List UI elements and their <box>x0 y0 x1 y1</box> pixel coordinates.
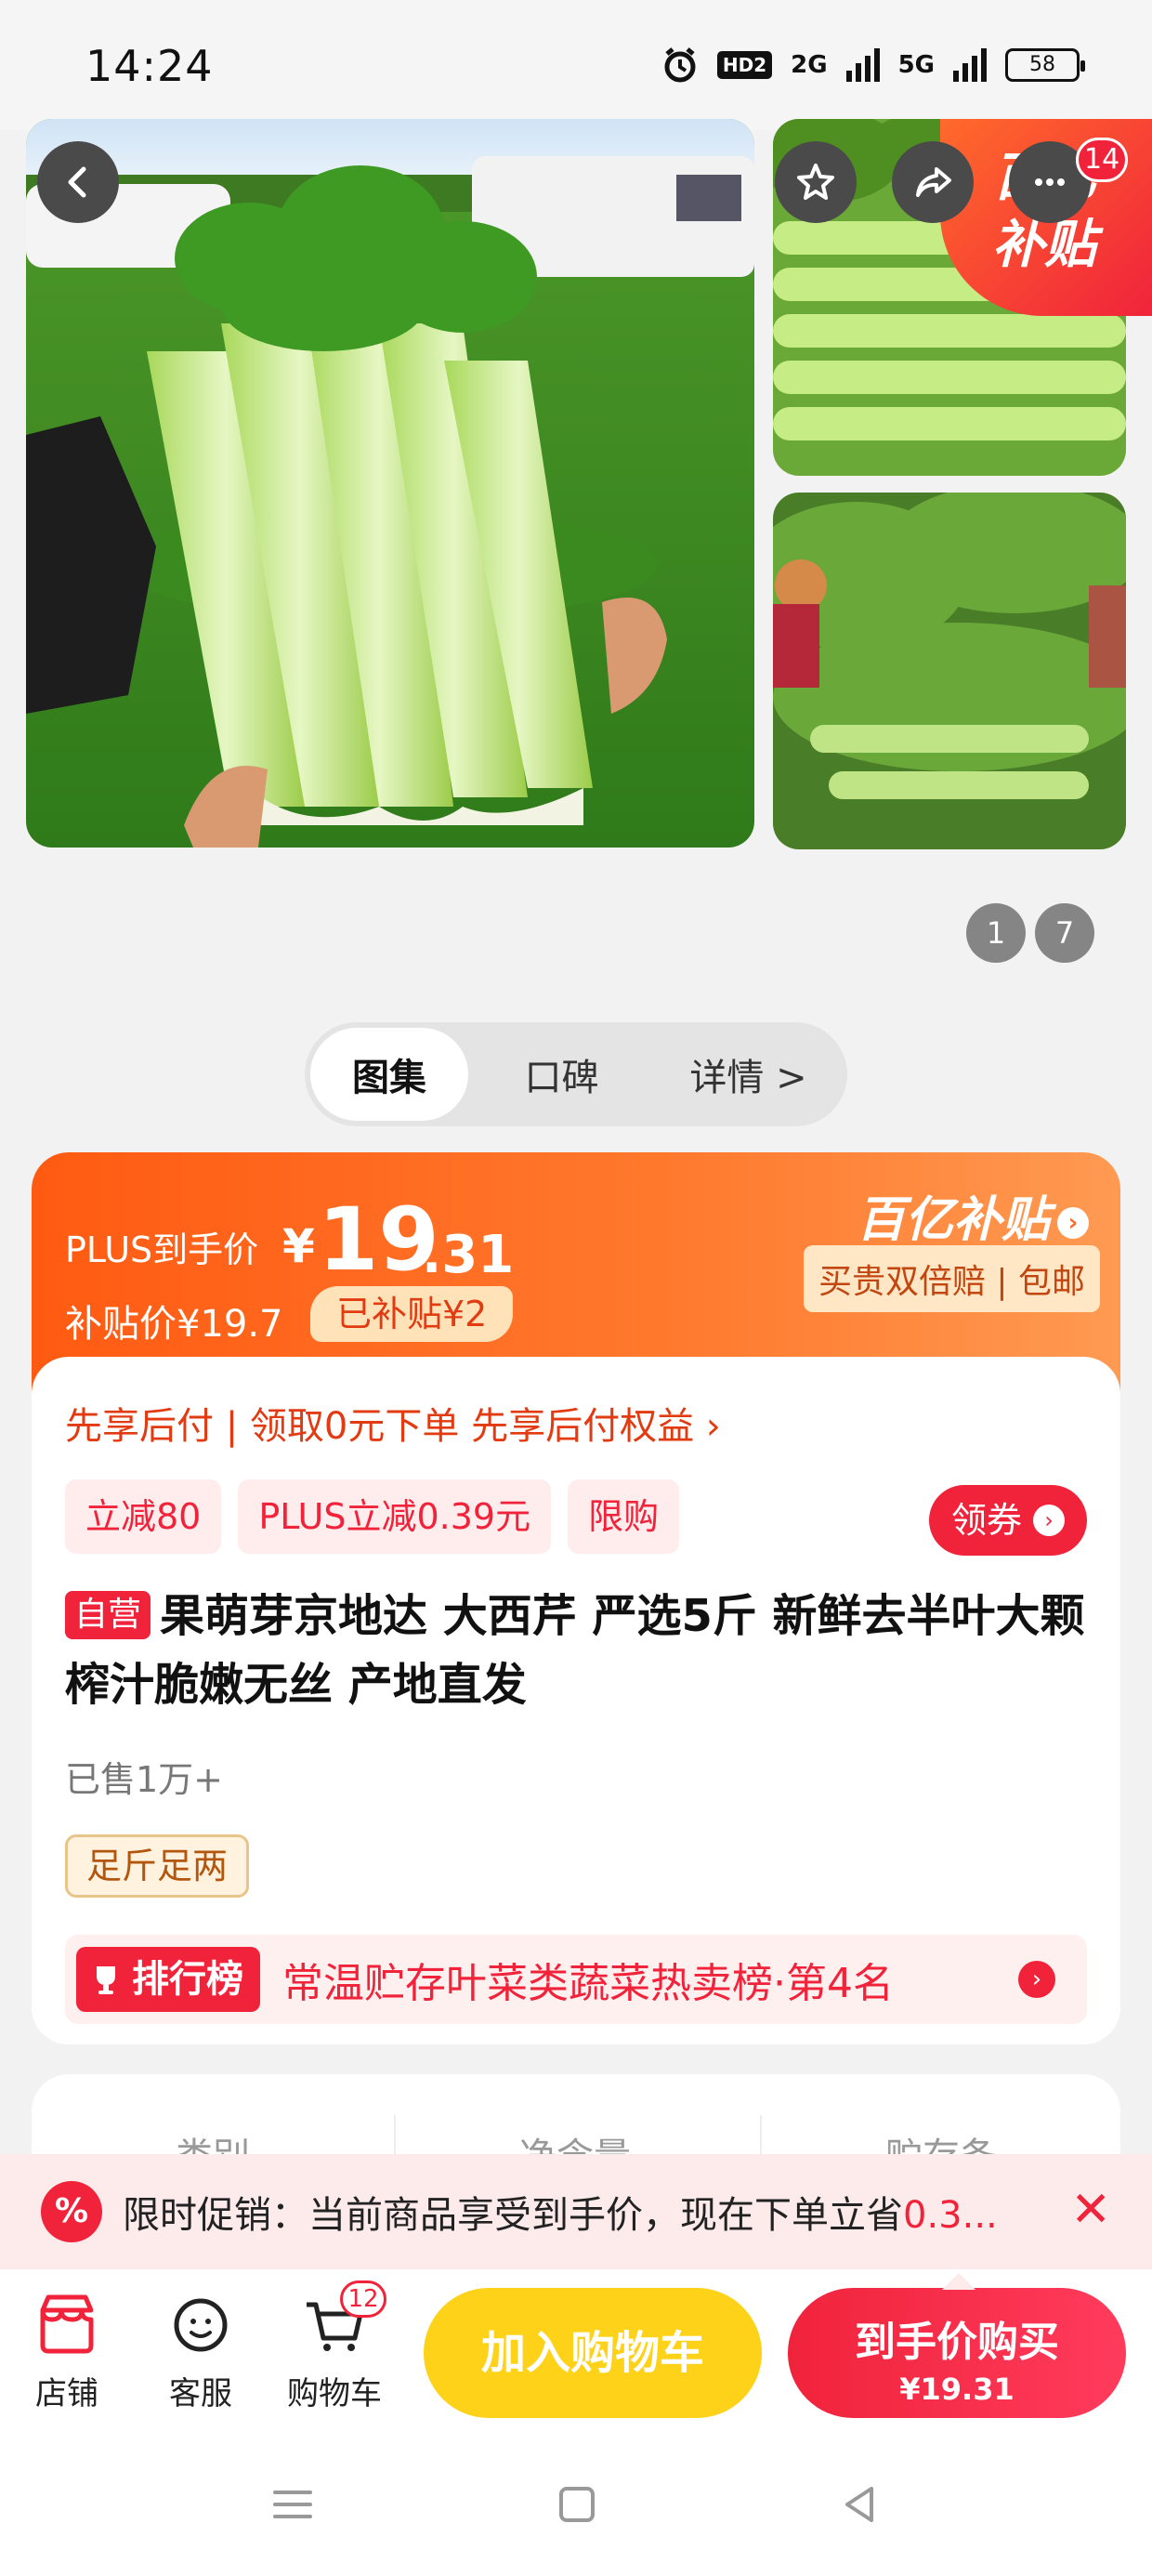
product-image-thumb-2[interactable] <box>773 493 1126 849</box>
get-coupon-button[interactable]: 领券 › <box>928 1485 1087 1556</box>
image-counter-total: 7 <box>1035 903 1094 963</box>
promo-banner-text: 限时促销：当前商品享受到手价，现在下单立省0.3... <box>123 2185 1033 2239</box>
hd-icon: HD2 <box>716 51 773 79</box>
system-navigation-bar <box>0 2437 1152 2576</box>
alarm-icon <box>664 47 696 83</box>
tab-reviews[interactable]: 口碑 <box>468 1028 655 1121</box>
promo-tag: 立减80 <box>65 1479 222 1554</box>
ranking-text: 常温贮存叶菜类蔬菜热卖榜·第4名 <box>282 1960 894 2007</box>
subsidy-amount-chip: 已补贴¥2 <box>310 1286 514 1342</box>
add-to-cart-button[interactable]: 加入购物车 <box>424 2288 762 2418</box>
promo-banner[interactable]: % 限时促销：当前商品享受到手价，现在下单立省0.3... ✕ <box>0 2154 1152 2269</box>
discount-icon: % <box>41 2181 102 2242</box>
network-5g-label: 5G <box>897 51 935 79</box>
ranking-label: 排行榜 <box>76 1947 260 2012</box>
offer-section: 先享后付 | 领取0元下单 先享后付权益 › 立减80 PLUS立减0.39元 … <box>32 1357 1120 2044</box>
share-icon <box>916 167 951 197</box>
customer-service-label: 客服 <box>169 2375 232 2412</box>
favorite-button[interactable] <box>775 141 857 223</box>
price-decimal: .31 <box>422 1225 515 1285</box>
price-currency: ¥ <box>282 1219 315 1273</box>
gallery-tabs: 图集 口碑 详情 > <box>305 1022 847 1126</box>
cart-button[interactable]: 购物车 12 <box>279 2280 390 2413</box>
star-icon <box>797 164 834 200</box>
signal-icon <box>845 48 880 82</box>
back-triangle-icon[interactable] <box>836 2481 883 2528</box>
back-button[interactable] <box>37 141 119 223</box>
product-title: 自营 果萌芽京地达 大西芹 严选5斤 新鲜去半叶大颗 榨汁脆嫩无丝 产地直发 <box>65 1582 1096 1719</box>
status-icons: HD2 2G 5G 58 <box>661 46 1085 84</box>
sold-count: 已售1万+ <box>65 1759 224 1800</box>
coupon-label: 领券 <box>950 1500 1022 1541</box>
ranking-bar[interactable]: 排行榜 常温贮存叶菜类蔬菜热卖榜·第4名 › <box>65 1935 1087 2024</box>
buy-now-price: ¥19.31 <box>899 2372 1015 2407</box>
buy-now-label: 到手价购买 <box>855 2319 1059 2366</box>
price-card: PLUS到手价 ¥ 19 .31 补贴价¥19.7 已补贴¥2 百亿补贴 › 买贵… <box>32 1152 1120 2044</box>
customer-service-button[interactable]: 客服 <box>145 2288 256 2413</box>
image-counter-current: 1 <box>966 903 1026 963</box>
signal-icon-2 <box>953 48 987 82</box>
ranking-label-text: 排行榜 <box>132 1958 243 2001</box>
tab-details[interactable]: 详情 > <box>655 1028 842 1121</box>
image-counter: 1 7 <box>966 903 1094 963</box>
promo-tag: PLUS立减0.39元 <box>238 1479 552 1554</box>
customer-service-icon <box>174 2298 228 2352</box>
network-2g-label: 2G <box>791 51 828 79</box>
promo-tags: 立减80 PLUS立减0.39元 限购 <box>65 1479 680 1554</box>
chevron-right-icon: › <box>1033 1505 1065 1536</box>
close-icon[interactable]: ✕ <box>1070 2186 1111 2234</box>
price-guarantee: 买贵双倍赔 | 包邮 <box>803 1245 1100 1312</box>
cart-label: 购物车 <box>287 2375 382 2412</box>
chevron-left-icon <box>68 166 86 198</box>
cart-count-badge: 12 <box>340 2280 386 2318</box>
menu-icon[interactable] <box>269 2481 316 2528</box>
battery-icon: 58 <box>1005 48 1085 82</box>
chevron-right-icon: › <box>1057 1207 1089 1239</box>
status-time: 14:24 <box>85 41 214 91</box>
status-bar: 14:24 HD2 2G 5G 58 <box>0 0 1152 130</box>
plus-price-label: PLUS到手价 <box>65 1229 259 1270</box>
store-icon <box>40 2294 94 2354</box>
home-icon[interactable] <box>554 2481 600 2528</box>
product-image-main[interactable] <box>26 119 754 848</box>
tab-gallery[interactable]: 图集 <box>310 1028 468 1121</box>
farm-workers-photo <box>773 493 1126 849</box>
subsidy-logo[interactable]: 百亿补贴 › <box>857 1180 1089 1250</box>
trophy-icon <box>97 1966 115 1994</box>
self-operated-tag: 自营 <box>65 1591 151 1639</box>
chevron-right-icon: › <box>1018 1961 1055 1998</box>
product-title-text: 果萌芽京地达 大西芹 严选5斤 新鲜去半叶大颗 榨汁脆嫩无丝 产地直发 <box>65 1590 1085 1711</box>
store-button[interactable]: 店铺 <box>11 2288 123 2413</box>
promo-banner-highlight: 0.3... <box>903 2194 998 2237</box>
more-icon <box>1035 178 1065 186</box>
store-label: 店铺 <box>35 2375 98 2412</box>
bottom-action-bar: 店铺 客服 购物车 12 加入购物车 到手价购买 ¥19.31 <box>0 2269 1152 2437</box>
pay-later-link[interactable]: 先享后付 | 领取0元下单 先享后付权益 › <box>65 1396 721 1450</box>
celery-photo <box>26 119 754 848</box>
subsidy-logo-text: 百亿补贴 <box>856 1192 1050 1248</box>
share-button[interactable] <box>892 141 974 223</box>
promo-banner-prefix: 限时促销：当前商品享受到手价，现在下单立省 <box>123 2194 903 2237</box>
buy-now-button[interactable]: 到手价购买 ¥19.31 <box>788 2273 1126 2418</box>
weight-guarantee-tag: 足斤足两 <box>65 1834 250 1898</box>
subsidy-tag-line2: 补贴 <box>992 215 1096 275</box>
subsidy-price: 补贴价¥19.7 <box>65 1303 283 1346</box>
promo-tag: 限购 <box>568 1479 680 1554</box>
more-badge: 14 <box>1076 138 1129 182</box>
